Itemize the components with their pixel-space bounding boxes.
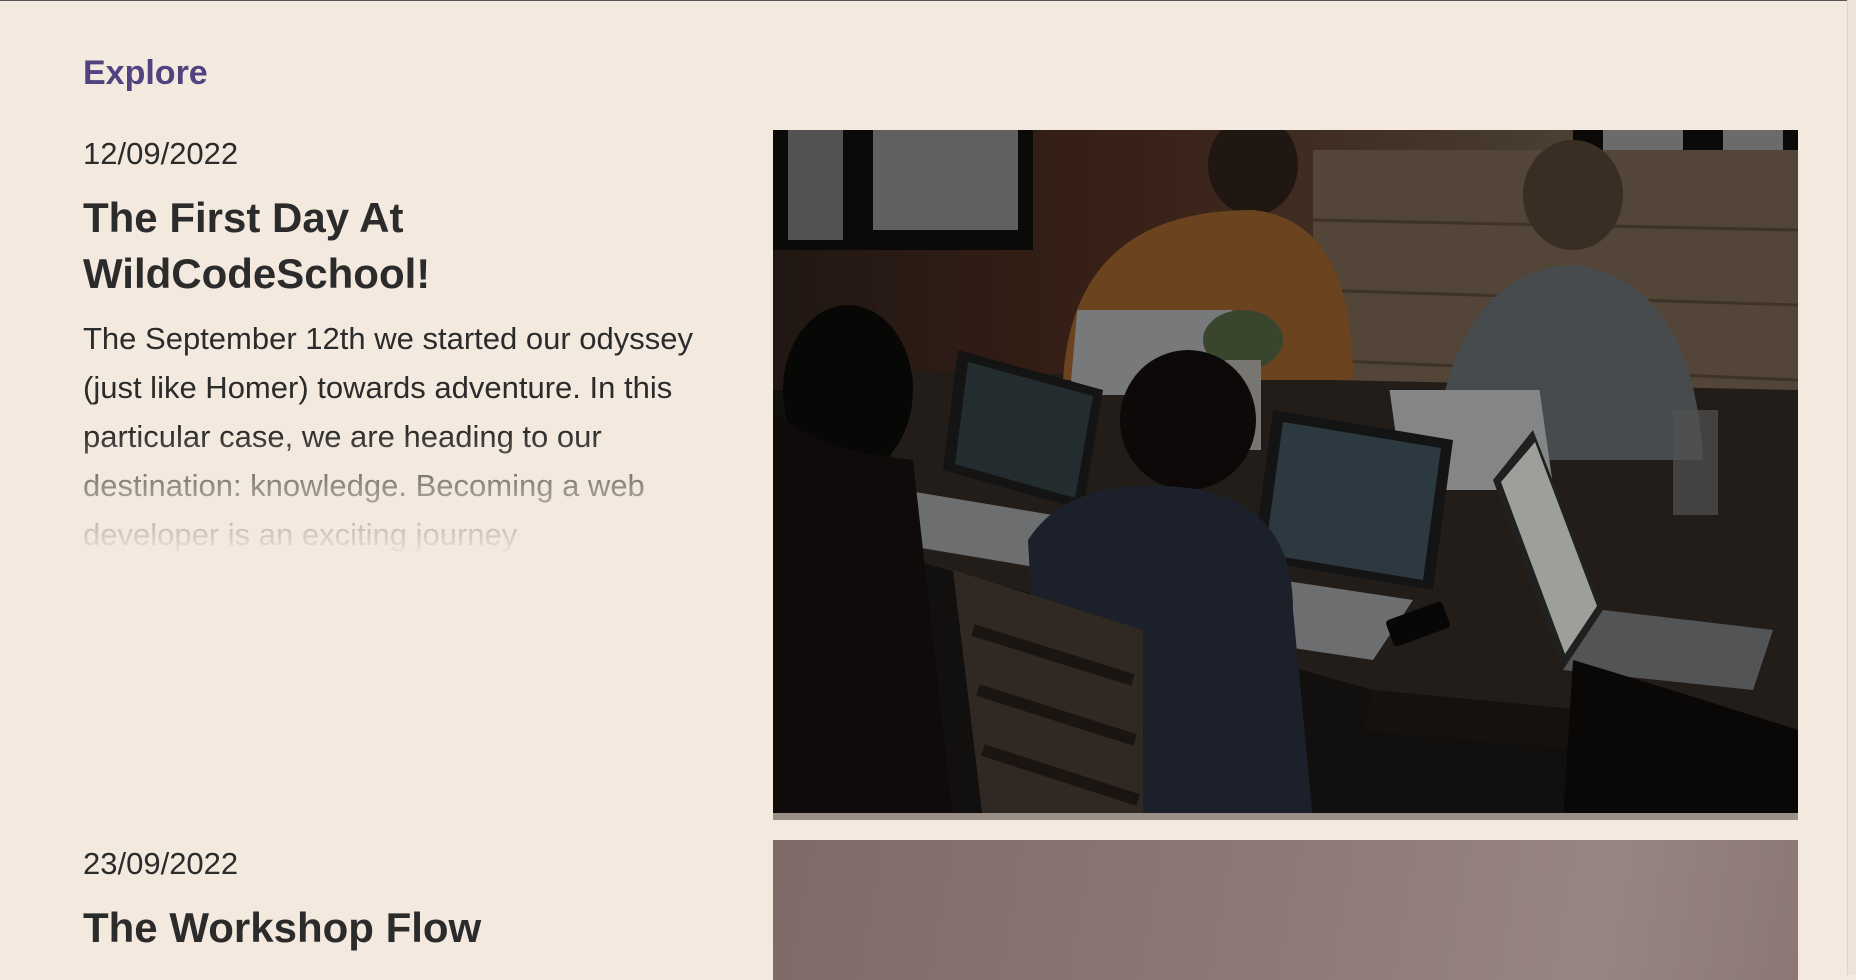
scrollbar[interactable] xyxy=(1847,0,1856,975)
image-border xyxy=(773,813,1798,820)
section-title: Explore xyxy=(83,54,208,92)
students-photo xyxy=(773,130,1798,820)
top-border xyxy=(0,0,1856,1)
post-title[interactable]: The First Day At WildCodeSchool! xyxy=(83,190,723,302)
post-date: 23/09/2022 xyxy=(83,846,239,881)
blog-post-card[interactable]: 12/09/2022 The First Day At WildCodeScho… xyxy=(83,136,723,559)
post-title[interactable]: The Workshop Flow xyxy=(83,900,723,956)
post-excerpt: The September 12th we started our odysse… xyxy=(83,321,693,552)
post-image[interactable] xyxy=(773,130,1798,820)
post-date: 12/09/2022 xyxy=(83,136,239,171)
blog-post-card[interactable]: 23/09/2022 The Workshop Flow xyxy=(83,846,723,956)
post-image[interactable] xyxy=(773,840,1798,980)
